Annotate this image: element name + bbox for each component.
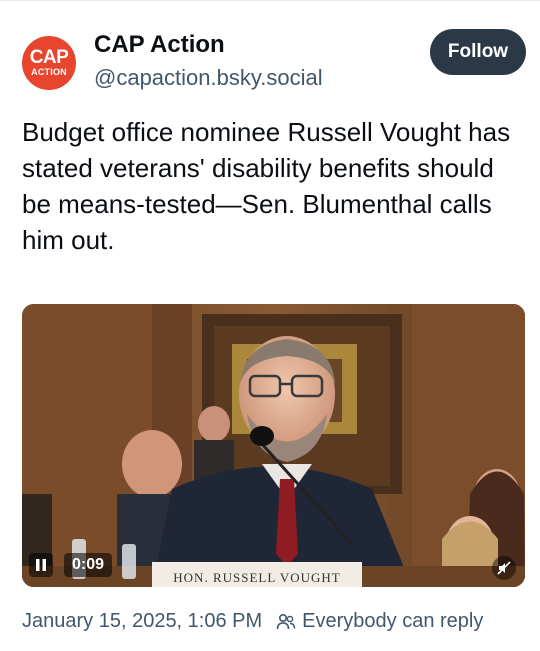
mute-button[interactable] (492, 556, 516, 580)
top-divider (0, 0, 540, 1)
pause-button[interactable] (29, 553, 53, 577)
video-player[interactable]: HON. RUSSELL VOUGHT (22, 304, 525, 587)
post-timestamp[interactable]: January 15, 2025, 1:06 PM (22, 610, 262, 633)
post-meta: January 15, 2025, 1:06 PM Everybody can … (22, 610, 483, 633)
author-handle[interactable]: @capaction.bsky.social (94, 65, 323, 91)
avatar-text-primary: CAP (29, 47, 69, 68)
pause-icon (36, 559, 46, 571)
video-frame: HON. RUSSELL VOUGHT (22, 304, 525, 587)
reply-setting[interactable]: Everybody can reply (302, 610, 483, 633)
post-text: Budget office nominee Russell Vought has… (22, 117, 511, 255)
avatar-text-secondary: ACTION (31, 67, 67, 77)
author-name[interactable]: CAP Action (94, 31, 225, 59)
people-icon (276, 613, 296, 631)
avatar[interactable]: CAP ACTION (22, 36, 76, 90)
mute-icon (497, 561, 511, 575)
video-time: 0:09 (64, 553, 113, 577)
follow-button[interactable]: Follow (430, 29, 526, 75)
nameplate-text: HON. RUSSELL VOUGHT (173, 570, 340, 585)
